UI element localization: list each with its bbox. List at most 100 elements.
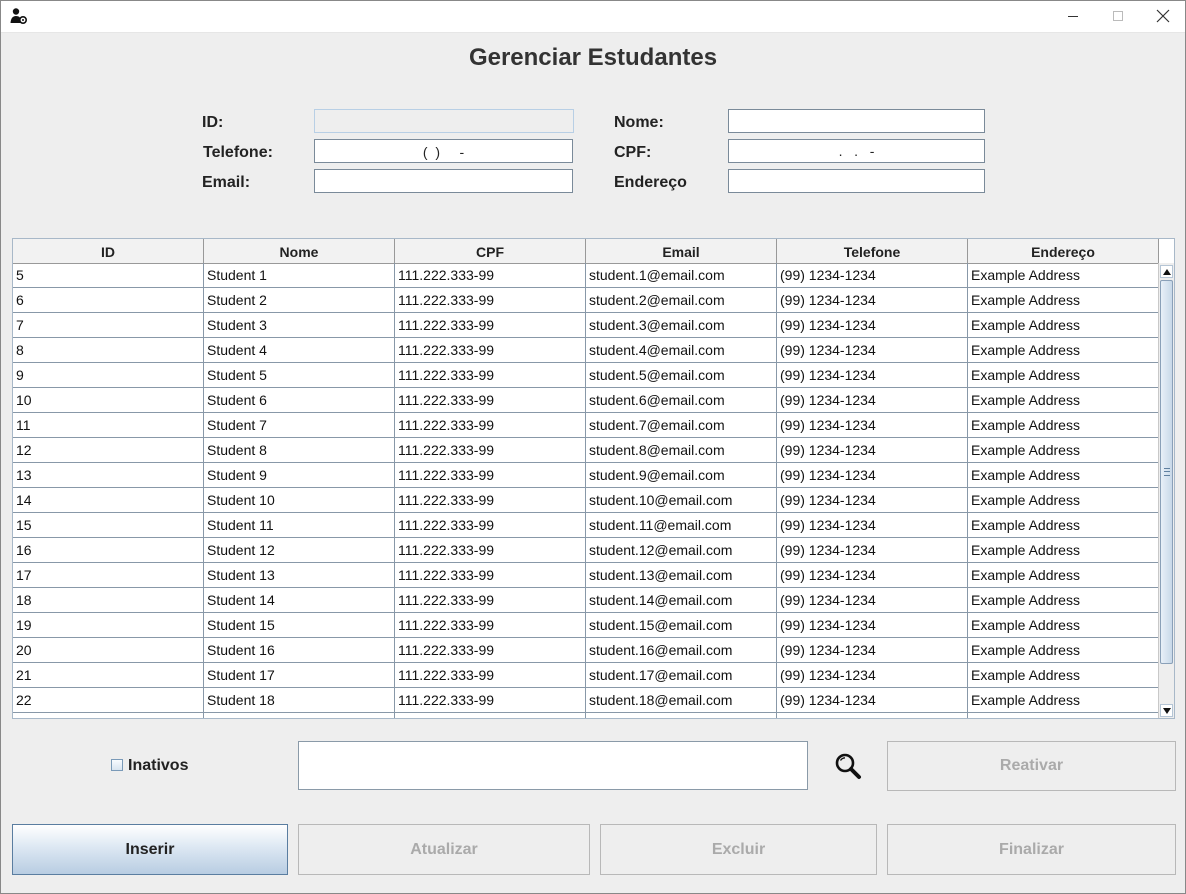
- cell-cpf[interactable]: 111.222.333-99: [395, 363, 586, 388]
- cell-endereco[interactable]: Example Address: [968, 263, 1159, 288]
- cell-cpf[interactable]: 111.222.333-99: [395, 388, 586, 413]
- cell-id[interactable]: 12: [13, 438, 204, 463]
- table-row[interactable]: 13 Student 9 111.222.333-99 student.9@email…: [13, 463, 1159, 488]
- cell-cpf[interactable]: 111.222.333-99: [395, 588, 586, 613]
- cell-id[interactable]: 5: [13, 263, 204, 288]
- column-header-endereco[interactable]: Endereço: [968, 239, 1159, 263]
- table-row[interactable]: 9 Student 5 111.222.333-99 student.5@email.…: [13, 363, 1159, 388]
- inserir-button[interactable]: Inserir: [12, 824, 288, 875]
- cell-endereco[interactable]: Example Address: [968, 388, 1159, 413]
- cell-nome[interactable]: Student 16: [204, 638, 395, 663]
- cell-endereco[interactable]: Example Address: [968, 313, 1159, 338]
- table-scrollbar[interactable]: [1158, 263, 1174, 718]
- cell-telefone[interactable]: (99) 1234-1234: [777, 638, 968, 663]
- cell-cpf[interactable]: 111.222.333-99: [395, 413, 586, 438]
- cell-id[interactable]: 6: [13, 288, 204, 313]
- cell-endereco[interactable]: Example Address: [968, 613, 1159, 638]
- cell-telefone[interactable]: (99) 1234-1234: [777, 488, 968, 513]
- table-row[interactable]: 12 Student 8 111.222.333-99 student.8@email…: [13, 438, 1159, 463]
- cell-cpf[interactable]: 111.222.333-99: [395, 313, 586, 338]
- table-row[interactable]: 15 Student 11 111.222.333-99 student.11@ema…: [13, 513, 1159, 538]
- cell-id[interactable]: 14: [13, 488, 204, 513]
- cell-endereco[interactable]: Example Address: [968, 638, 1159, 663]
- cell-endereco[interactable]: Example Address: [968, 438, 1159, 463]
- cell-endereco[interactable]: Example Address: [968, 413, 1159, 438]
- cell-cpf[interactable]: 111.222.333-99: [395, 288, 586, 313]
- search-icon[interactable]: [834, 752, 862, 780]
- nome-field[interactable]: [728, 109, 985, 133]
- cell-email[interactable]: student.11@email.com: [586, 513, 777, 538]
- table-row[interactable]: 14 Student 10 111.222.333-99 student.10@ema…: [13, 488, 1159, 513]
- cell-nome[interactable]: Student 9: [204, 463, 395, 488]
- cell-telefone[interactable]: (99) 1234-1234: [777, 688, 968, 713]
- excluir-button[interactable]: Excluir: [600, 824, 877, 875]
- cell-nome[interactable]: Student 8: [204, 438, 395, 463]
- cell-endereco[interactable]: Example Address: [968, 538, 1159, 563]
- students-table[interactable]: ID Nome CPF Email Telefone Endereço 5 Student …: [12, 238, 1175, 719]
- cell-email[interactable]: student.9@email.com: [586, 463, 777, 488]
- scroll-thumb[interactable]: [1160, 280, 1173, 664]
- cell-nome[interactable]: Student 13: [204, 563, 395, 588]
- cell-id[interactable]: 13: [13, 463, 204, 488]
- close-button[interactable]: [1140, 0, 1186, 32]
- cell-id[interactable]: 9: [13, 363, 204, 388]
- cell-cpf[interactable]: 111.222.333-99: [395, 463, 586, 488]
- column-header-telefone[interactable]: Telefone: [777, 239, 968, 263]
- cell-email[interactable]: student.18@email.com: [586, 688, 777, 713]
- cell-nome[interactable]: Student 17: [204, 663, 395, 688]
- table-row[interactable]: 8 Student 4 111.222.333-99 student.4@email.…: [13, 338, 1159, 363]
- cell-cpf[interactable]: 111.222.333-99: [395, 638, 586, 663]
- cell-endereco[interactable]: Example Address: [968, 688, 1159, 713]
- table-row[interactable]: 21 Student 17 111.222.333-99 student.17@ema…: [13, 663, 1159, 688]
- column-header-id[interactable]: ID: [13, 239, 204, 263]
- maximize-button[interactable]: [1095, 0, 1141, 32]
- cell-cpf[interactable]: 111.222.333-99: [395, 663, 586, 688]
- cell-nome[interactable]: Student 11: [204, 513, 395, 538]
- cell-cpf[interactable]: 111.222.333-99: [395, 438, 586, 463]
- table-body[interactable]: 5 Student 1 111.222.333-99 student.1@email.…: [13, 263, 1159, 718]
- cell-id[interactable]: 10: [13, 388, 204, 413]
- cell-id[interactable]: 22: [13, 688, 204, 713]
- cell-endereco[interactable]: Example Address: [968, 563, 1159, 588]
- cell-id[interactable]: 17: [13, 563, 204, 588]
- cell-endereco[interactable]: Example Address: [968, 363, 1159, 388]
- cell-email[interactable]: student.13@email.com: [586, 563, 777, 588]
- cell-email[interactable]: student.16@email.com: [586, 638, 777, 663]
- cell-telefone[interactable]: (99) 1234-1234: [777, 338, 968, 363]
- table-row[interactable]: 19 Student 15 111.222.333-99 student.15@ema…: [13, 613, 1159, 638]
- cell-id[interactable]: 21: [13, 663, 204, 688]
- cell-telefone[interactable]: (99) 1234-1234: [777, 513, 968, 538]
- table-row[interactable]: 18 Student 14 111.222.333-99 student.14@ema…: [13, 588, 1159, 613]
- cell-id[interactable]: 8: [13, 338, 204, 363]
- column-header-nome[interactable]: Nome: [204, 239, 395, 263]
- cell-telefone[interactable]: (99) 1234-1234: [777, 313, 968, 338]
- cell-cpf[interactable]: 111.222.333-99: [395, 613, 586, 638]
- cell-email[interactable]: student.14@email.com: [586, 588, 777, 613]
- cell-telefone[interactable]: (99) 1234-1234: [777, 588, 968, 613]
- cell-email[interactable]: student.15@email.com: [586, 613, 777, 638]
- cell-endereco[interactable]: Example Address: [968, 513, 1159, 538]
- cell-email[interactable]: student.10@email.com: [586, 488, 777, 513]
- cell-endereco[interactable]: Example Address: [968, 288, 1159, 313]
- email-field[interactable]: [314, 169, 573, 193]
- cpf-field[interactable]: . . -: [728, 139, 985, 163]
- cell-telefone[interactable]: (99) 1234-1234: [777, 438, 968, 463]
- cell-email[interactable]: student.6@email.com: [586, 388, 777, 413]
- cell-id[interactable]: 15: [13, 513, 204, 538]
- cell-email[interactable]: student.5@email.com: [586, 363, 777, 388]
- cell-cpf[interactable]: 111.222.333-99: [395, 513, 586, 538]
- finalizar-button[interactable]: Finalizar: [887, 824, 1176, 875]
- cell-nome[interactable]: Student 10: [204, 488, 395, 513]
- table-row[interactable]: 17 Student 13 111.222.333-99 student.13@ema…: [13, 563, 1159, 588]
- cell-telefone[interactable]: (99) 1234-1234: [777, 288, 968, 313]
- cell-nome[interactable]: Student 12: [204, 538, 395, 563]
- cell-telefone[interactable]: (99) 1234-1234: [777, 263, 968, 288]
- cell-nome[interactable]: Student 18: [204, 688, 395, 713]
- table-row[interactable]: 6 Student 2 111.222.333-99 student.2@email.…: [13, 288, 1159, 313]
- table-row[interactable]: 10 Student 6 111.222.333-99 student.6@email…: [13, 388, 1159, 413]
- cell-telefone[interactable]: (99) 1234-1234: [777, 363, 968, 388]
- inativos-checkbox[interactable]: [111, 759, 123, 771]
- cell-nome[interactable]: Student 4: [204, 338, 395, 363]
- cell-nome[interactable]: Student 5: [204, 363, 395, 388]
- table-row[interactable]: 20 Student 16 111.222.333-99 student.16@ema…: [13, 638, 1159, 663]
